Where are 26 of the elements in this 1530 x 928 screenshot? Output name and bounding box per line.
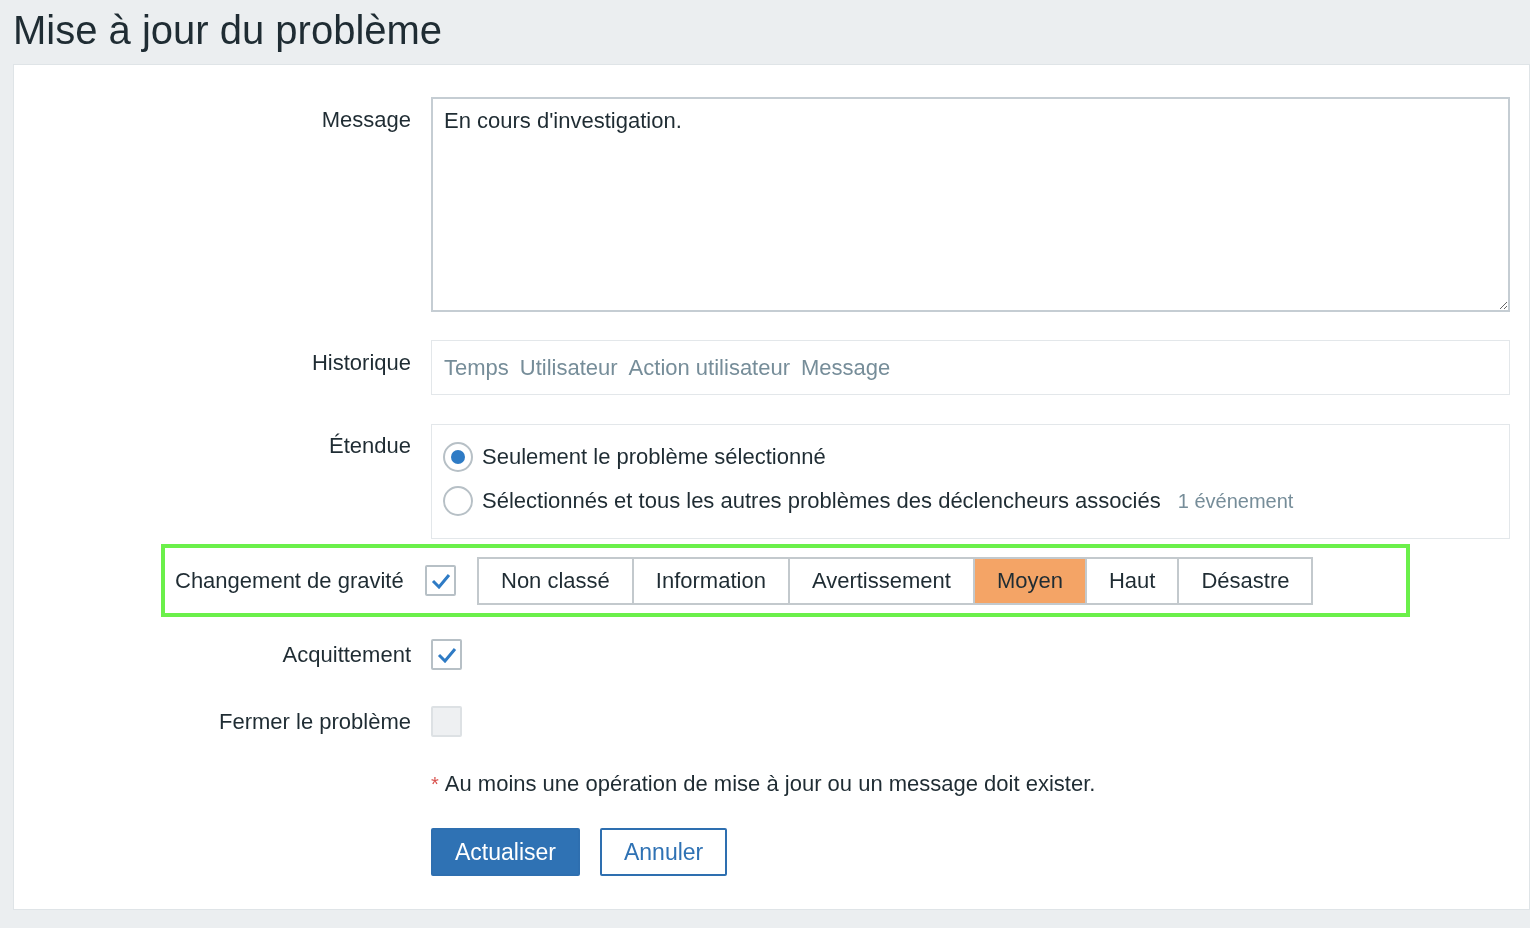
page-title: Mise à jour du problème xyxy=(12,7,444,54)
submit-button[interactable]: Actualiser xyxy=(431,828,580,876)
field-label: Message xyxy=(321,106,411,133)
message-textarea[interactable]: En cours d'investigation. xyxy=(431,97,1510,312)
radio-label: Seulement le problème sélectionné xyxy=(482,444,826,470)
hint-text: Au moins une opération de mise à jour ou un message doit exister. xyxy=(444,771,1096,797)
field-label: Changement de gravité xyxy=(175,567,405,594)
field-label: Fermer le problème xyxy=(219,708,411,735)
required-mark: * xyxy=(431,773,439,796)
checkbox[interactable] xyxy=(425,565,456,596)
severity-option[interactable]: Moyen xyxy=(972,558,1085,603)
column-header: Temps xyxy=(444,354,509,381)
column-header: Utilisateur xyxy=(519,354,618,381)
cancel-button[interactable]: Annuler xyxy=(600,828,728,876)
field-label: Historique xyxy=(311,349,411,376)
event-count: 1 événement xyxy=(1177,489,1294,513)
checkmark-icon xyxy=(430,572,451,589)
radio-button[interactable] xyxy=(443,442,473,472)
radio-label: Sélectionnés et tous les autres problèmes des déclencheurs associés xyxy=(482,488,1161,514)
field-label: Acquittement xyxy=(282,641,411,668)
field-label: Étendue xyxy=(329,432,411,459)
checkmark-icon xyxy=(436,646,457,663)
column-header: Action utilisateur xyxy=(628,354,791,381)
checkbox[interactable] xyxy=(431,639,462,670)
radio-button[interactable] xyxy=(443,486,473,516)
column-header: Message xyxy=(801,354,891,381)
